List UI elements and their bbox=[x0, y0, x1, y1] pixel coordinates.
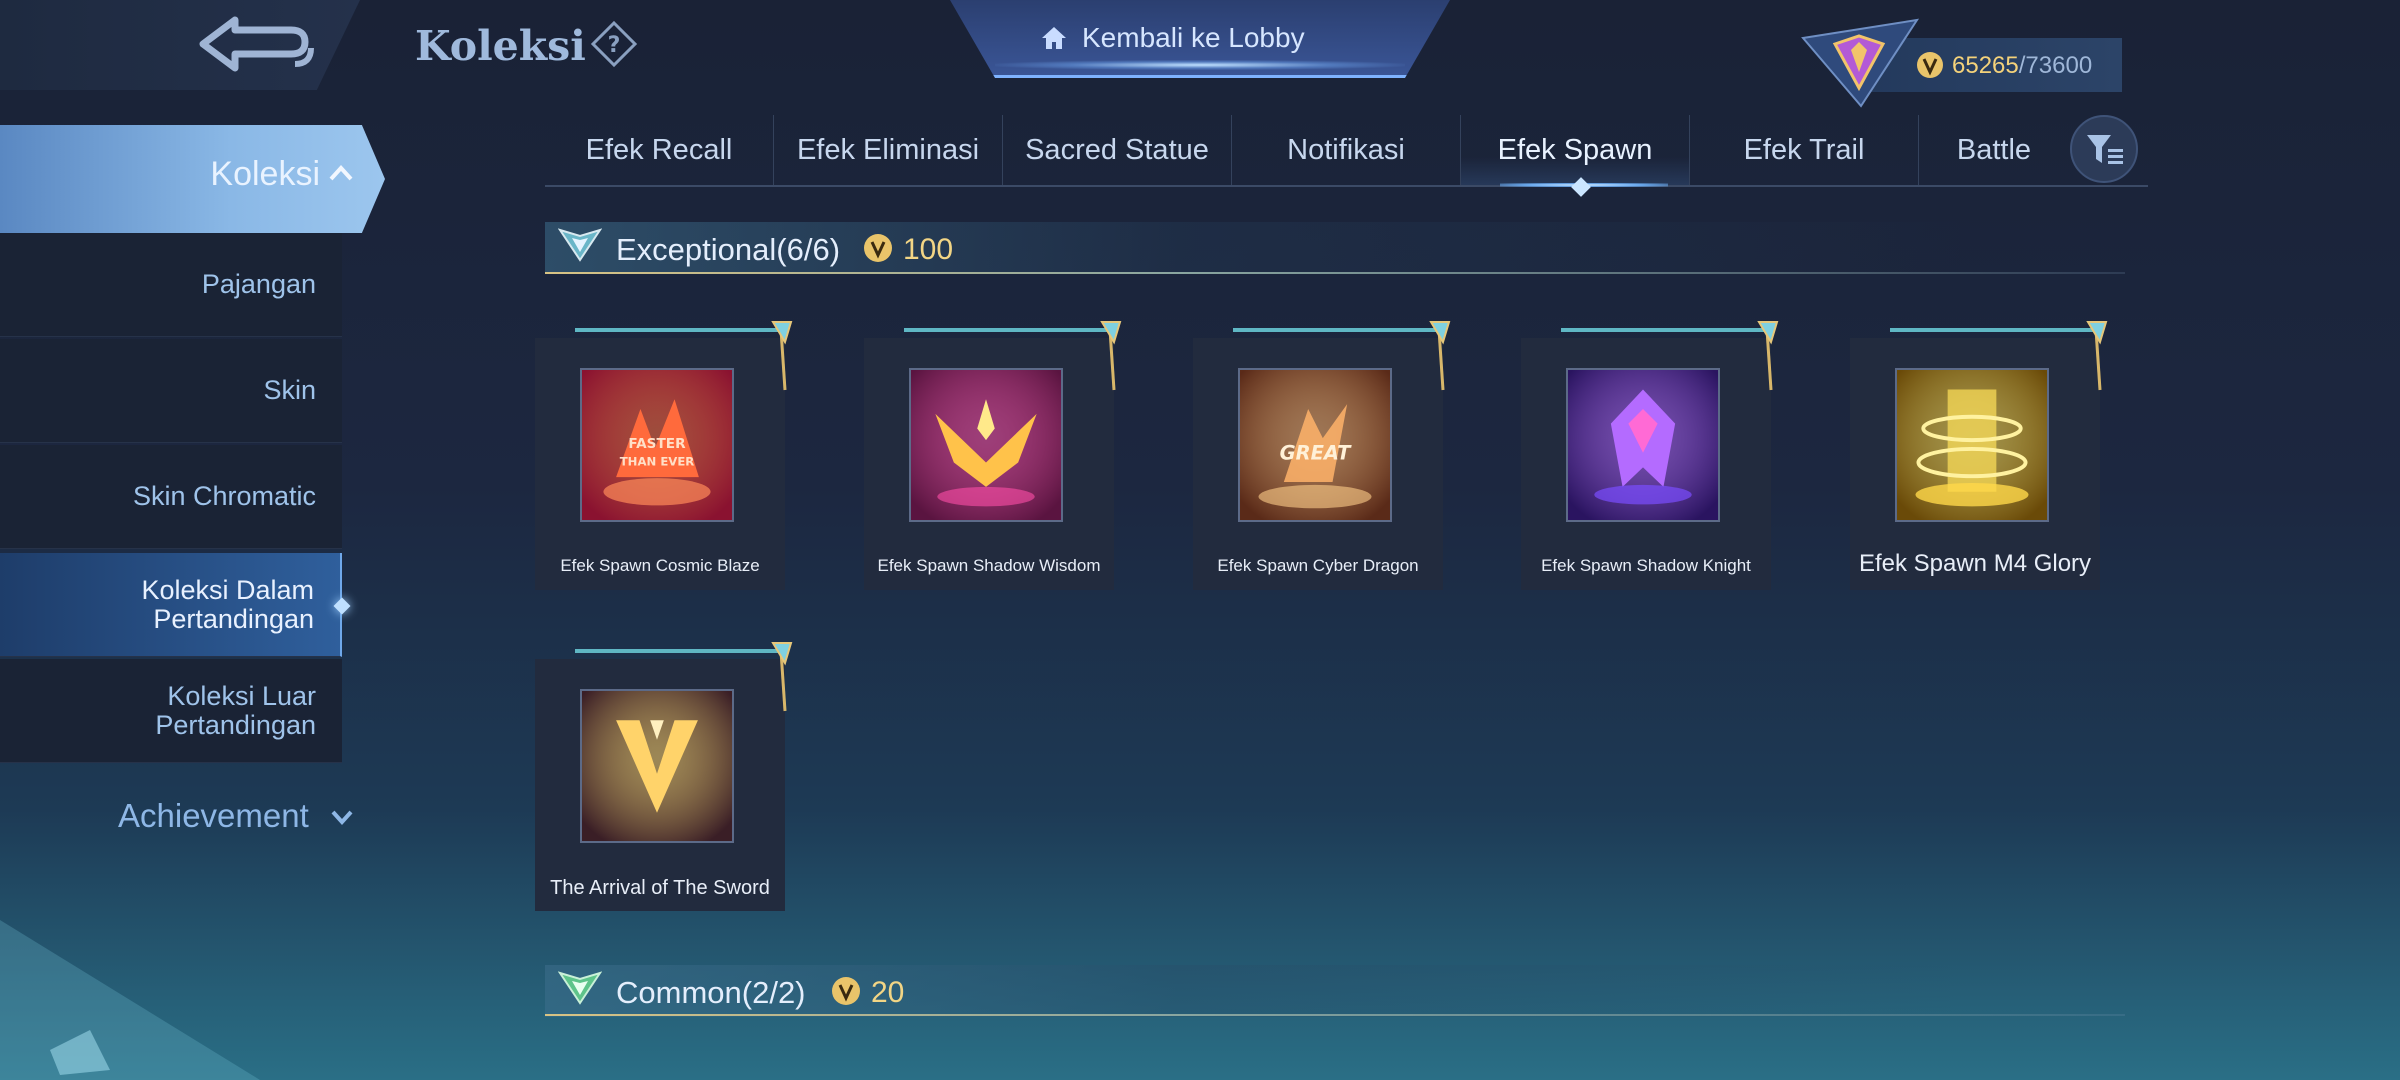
points-readout: 65265/73600 bbox=[1952, 52, 2092, 80]
label-line: Pertandingan bbox=[153, 603, 314, 634]
tab-notifikasi[interactable]: Notifikasi bbox=[1232, 115, 1461, 185]
section-cost: 20 bbox=[871, 976, 905, 1009]
item-label: Efek Spawn Shadow Knight bbox=[1541, 556, 1751, 575]
item-label: Efek Spawn Shadow Wisdom bbox=[877, 556, 1101, 575]
art-caption: GREAT bbox=[1280, 442, 1352, 465]
sidebar-item-label: Koleksi Luar Pertandingan bbox=[155, 682, 316, 739]
tab-efek-eliminasi[interactable]: Efek Eliminasi bbox=[774, 115, 1003, 185]
points-max: 73600 bbox=[2025, 52, 2093, 79]
sidebar-item-skin-chromatic[interactable]: Skin Chromatic bbox=[0, 445, 342, 549]
sidebar-item-koleksi-dalam[interactable]: Koleksi Dalam Pertandingan bbox=[0, 553, 342, 657]
section-title-text: Exceptional bbox=[616, 232, 777, 267]
item-artwork bbox=[1897, 370, 2047, 520]
item-artwork: FASTER THAN EVER bbox=[582, 370, 732, 520]
page-title: Koleksi bbox=[415, 22, 586, 70]
item-card[interactable]: GREAT Efek Spawn Cyber Dragon bbox=[1193, 321, 1451, 590]
tab-efek-trail[interactable]: Efek Trail bbox=[1690, 115, 1919, 185]
section-count: (2/2) bbox=[741, 975, 806, 1010]
points-current: 65265 bbox=[1952, 52, 2019, 79]
sidebar-item-label: Pajangan bbox=[201, 269, 316, 300]
filter-icon bbox=[2087, 135, 2123, 164]
sidebar-item-label: Skin Chromatic bbox=[132, 481, 316, 512]
chevron-down-icon bbox=[331, 810, 353, 825]
item-card[interactable]: The Arrival of The Sword bbox=[535, 642, 793, 911]
sidebar-achievement[interactable]: Achievement bbox=[118, 797, 309, 835]
item-thumbnail: GREAT bbox=[1238, 368, 1392, 522]
section-title-common: Common(2/2) bbox=[616, 975, 806, 1011]
coin-icon bbox=[1917, 52, 1943, 78]
tab-divider bbox=[545, 185, 2148, 187]
section-divider bbox=[545, 272, 2125, 274]
item-label: The Arrival of The Sword bbox=[550, 877, 770, 899]
sidebar-item-skin[interactable]: Skin bbox=[0, 339, 342, 443]
lobby-button-content[interactable]: Kembali ke Lobby bbox=[1040, 18, 1305, 58]
item-artwork bbox=[582, 691, 732, 841]
home-icon bbox=[1042, 27, 1066, 49]
sidebar-item-label: Koleksi Dalam Pertandingan bbox=[141, 576, 314, 633]
section-divider bbox=[545, 1014, 2125, 1016]
item-card[interactable]: Efek Spawn Shadow Knight bbox=[1521, 321, 1779, 590]
item-card[interactable]: Efek Spawn M4 Glory bbox=[1850, 321, 2108, 590]
sidebar-item-koleksi-luar[interactable]: Koleksi Luar Pertandingan bbox=[0, 659, 342, 763]
lobby-glow bbox=[995, 60, 1405, 70]
coin-icon bbox=[864, 234, 892, 262]
item-label: Efek Spawn Cosmic Blaze bbox=[560, 556, 760, 575]
svg-text:?: ? bbox=[608, 33, 621, 58]
filter-button[interactable] bbox=[2070, 115, 2138, 183]
art-caption: THAN EVER bbox=[620, 454, 695, 468]
item-thumbnail: FASTER THAN EVER bbox=[580, 368, 734, 522]
back-arrow-icon[interactable] bbox=[195, 12, 315, 78]
tab-sacred-statue[interactable]: Sacred Statue bbox=[1003, 115, 1232, 185]
section-title-text: Common bbox=[616, 975, 742, 1010]
section-count: (6/6) bbox=[776, 232, 841, 267]
item-card[interactable]: FASTER THAN EVER Efek Spawn Cosmic Blaze bbox=[535, 321, 793, 590]
item-artwork bbox=[1568, 370, 1718, 520]
section-cost: 100 bbox=[903, 233, 954, 266]
tab-efek-spawn[interactable]: Efek Spawn bbox=[1461, 115, 1690, 185]
chevron-up-icon bbox=[329, 165, 353, 181]
decorative-corner bbox=[0, 920, 260, 1080]
lobby-label: Kembali ke Lobby bbox=[1082, 22, 1305, 53]
art-caption: FASTER bbox=[628, 436, 686, 452]
item-label: Efek Spawn M4 Glory bbox=[1858, 550, 2092, 577]
section-title-exceptional: Exceptional(6/6) bbox=[616, 232, 840, 268]
tab-battle[interactable]: Battle bbox=[1919, 115, 2069, 185]
item-label: Efek Spawn Cyber Dragon bbox=[1217, 556, 1419, 575]
sidebar-item-pajangan[interactable]: Pajangan bbox=[0, 233, 342, 337]
tier-common-icon bbox=[558, 971, 602, 1005]
coin-icon bbox=[832, 977, 860, 1005]
sidebar-koleksi-label: Koleksi bbox=[210, 155, 320, 193]
label-line: Koleksi Luar bbox=[167, 681, 316, 712]
item-thumbnail bbox=[580, 689, 734, 843]
item-artwork: GREAT bbox=[1240, 370, 1390, 520]
help-icon[interactable]: ? bbox=[590, 20, 638, 68]
item-thumbnail bbox=[1566, 368, 1720, 522]
rank-emblem-icon[interactable] bbox=[1795, 16, 1925, 108]
item-thumbnail bbox=[909, 368, 1063, 522]
tab-efek-recall[interactable]: Efek Recall bbox=[545, 115, 774, 185]
label-line: Pertandingan bbox=[155, 709, 316, 740]
tier-exceptional-icon bbox=[558, 228, 602, 262]
label-line: Koleksi Dalam bbox=[141, 575, 314, 606]
item-artwork bbox=[911, 370, 1061, 520]
sidebar-item-label: Skin bbox=[263, 375, 316, 406]
item-card[interactable]: Efek Spawn Shadow Wisdom bbox=[864, 321, 1122, 590]
category-tabs: Efek Recall Efek Eliminasi Sacred Statue… bbox=[545, 115, 2069, 185]
item-thumbnail bbox=[1895, 368, 2049, 522]
